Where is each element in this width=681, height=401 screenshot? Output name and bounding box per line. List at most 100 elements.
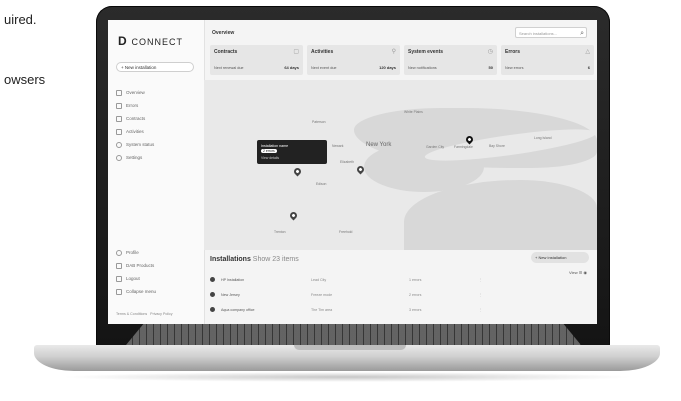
warning-icon: △ [585,49,590,55]
sidebar-item-system-status[interactable]: System status [116,138,154,151]
sidebar-item-overview[interactable]: Overview [116,86,154,99]
card-errors[interactable]: Errors △ New errors 6 [501,45,594,75]
row-location: The Tim area [311,307,333,312]
sidebar-item-label: Settings [126,155,143,160]
sidebar-item-label: Errors [126,103,139,108]
installations-title: Installations [210,256,251,263]
row-actions-icon[interactable]: ⋮ [479,308,483,312]
sidebar-item-label: Collapse menu [126,289,157,294]
page-title: Overview [212,30,235,36]
grid-icon [116,89,122,96]
card-title: Errors [505,49,521,55]
caption-line-1: uired. [4,12,37,27]
status-dot-icon [210,307,215,312]
sidebar-item-errors[interactable]: Errors [116,99,154,112]
card-system-events[interactable]: System events ◷ New notifications 50 [404,45,497,75]
card-label: Next renewal due [214,66,244,70]
sidebar-item-label: Profile [126,250,139,255]
map-label-farmingdale: Farmingdale [454,145,473,149]
map-view-icon[interactable]: ◉ [584,270,588,275]
footer-links: Terms & Conditions Privacy Policy [116,312,173,316]
card-activities[interactable]: Activities ⚲ Next event due 120 days [307,45,400,75]
sidebar-item-logout[interactable]: Logout [116,272,156,285]
card-value: 120 days [379,65,396,70]
installations-list: HP Installation Lead City 1 errors ⋮ New… [210,272,510,317]
sidebar-item-label: DAB Products [126,263,155,268]
map-label-garden-city: Garden City [426,145,445,149]
installations-heading: Installations Show 23 items [210,256,299,263]
search-icon[interactable]: ⌕ [580,28,584,39]
laptop-keyboard [126,323,581,345]
sidebar-item-label: System status [126,142,155,147]
sidebar-bottom-nav: Profile DAB Products Logout Collapse men… [116,246,156,298]
row-actions-icon[interactable]: ⋮ [479,293,483,297]
wrench-icon [116,128,122,135]
map-pin-icon[interactable] [288,210,299,221]
search-input[interactable]: Search installations... ⌕ [515,27,587,38]
map-label-new-york: New York [366,142,392,148]
sidebar-item-profile[interactable]: Profile [116,246,156,259]
installations-map[interactable]: White Plains New York Garden City Farmin… [204,80,597,250]
row-status: 1 errors [409,277,422,282]
list-view-icon[interactable]: ☰ [579,270,583,275]
sidebar-item-settings[interactable]: Settings [116,151,154,164]
popup-error-badge: 2 errors [261,149,277,153]
sidebar-item-label: Contracts [126,116,146,121]
card-title: System events [408,49,444,55]
sidebar-item-label: Activities [126,129,144,134]
popup-installation-name: Installation name [261,144,289,148]
app-screen: D CONNECT + New installation Overview Er… [108,20,597,324]
popup-view-details-link[interactable]: View details [261,156,279,160]
card-contracts[interactable]: Contracts ▢ Next renewal due 64 days [210,45,303,75]
clock-icon: ◷ [487,49,493,55]
laptop-shadow [60,372,635,382]
map-label-long-island: Long Island [534,136,552,140]
map-label-white-plains: White Plains [404,110,423,114]
map-label-bay-shore: Bay Shore [489,144,505,148]
laptop-notch [294,345,406,350]
map-label-elizabeth: Elizabeth [340,160,354,164]
logo: D CONNECT [118,34,183,48]
sidebar: D CONNECT + New installation Overview Er… [108,20,205,324]
caption-line-2: owsers [4,72,46,87]
terms-link[interactable]: Terms & Conditions [116,312,147,316]
table-row[interactable]: Aqua company office The Tim area 3 error… [210,302,510,317]
row-actions-icon[interactable]: ⋮ [479,278,483,282]
table-row[interactable]: HP Installation Lead City 1 errors ⋮ [210,272,510,287]
card-value: 50 [488,65,493,70]
box-icon [116,262,122,269]
user-icon [116,249,122,256]
collapse-icon [116,288,122,295]
row-name: HP Installation [221,277,245,282]
map-label-edison: Edison [316,182,327,186]
sidebar-item-dab-products[interactable]: DAB Products [116,259,156,272]
sidebar-item-activities[interactable]: Activities [116,125,154,138]
table-row[interactable]: New Jersey Freeze mode 2 errors ⋮ [210,287,510,302]
row-location: Lead City [311,277,327,282]
sidebar-nav: Overview Errors Contracts Activities Sys… [116,86,154,164]
logout-icon [116,275,122,282]
installations-count: Show 23 items [252,256,299,263]
row-name: Aqua company office [221,307,255,312]
new-installation-button[interactable]: + New installation [116,62,194,72]
sidebar-item-contracts[interactable]: Contracts [116,112,154,125]
row-name: New Jersey [221,292,240,297]
view-toggle[interactable]: View ☰ ◉ [569,270,587,275]
card-value: 6 [587,65,590,70]
map-pin-icon[interactable] [292,166,303,177]
sidebar-item-collapse[interactable]: Collapse menu [116,285,156,298]
new-installation-list-button[interactable]: + New installation [531,252,589,263]
card-label: New errors [505,66,524,70]
document-icon [116,115,122,122]
card-title: Contracts [214,49,238,55]
row-location: Freeze mode [311,292,333,297]
map-label-paterson: Paterson [312,120,326,124]
privacy-link[interactable]: Privacy Policy [150,312,172,316]
view-label: View [569,270,578,275]
pulse-icon [116,141,122,148]
map-popup[interactable]: Installation name 2 errors View details [257,140,327,164]
summary-cards: Contracts ▢ Next renewal due 64 days Act… [210,45,594,75]
row-status: 2 errors [409,292,422,297]
status-dot-icon [210,277,215,282]
search-placeholder: Search installations... [519,31,558,36]
